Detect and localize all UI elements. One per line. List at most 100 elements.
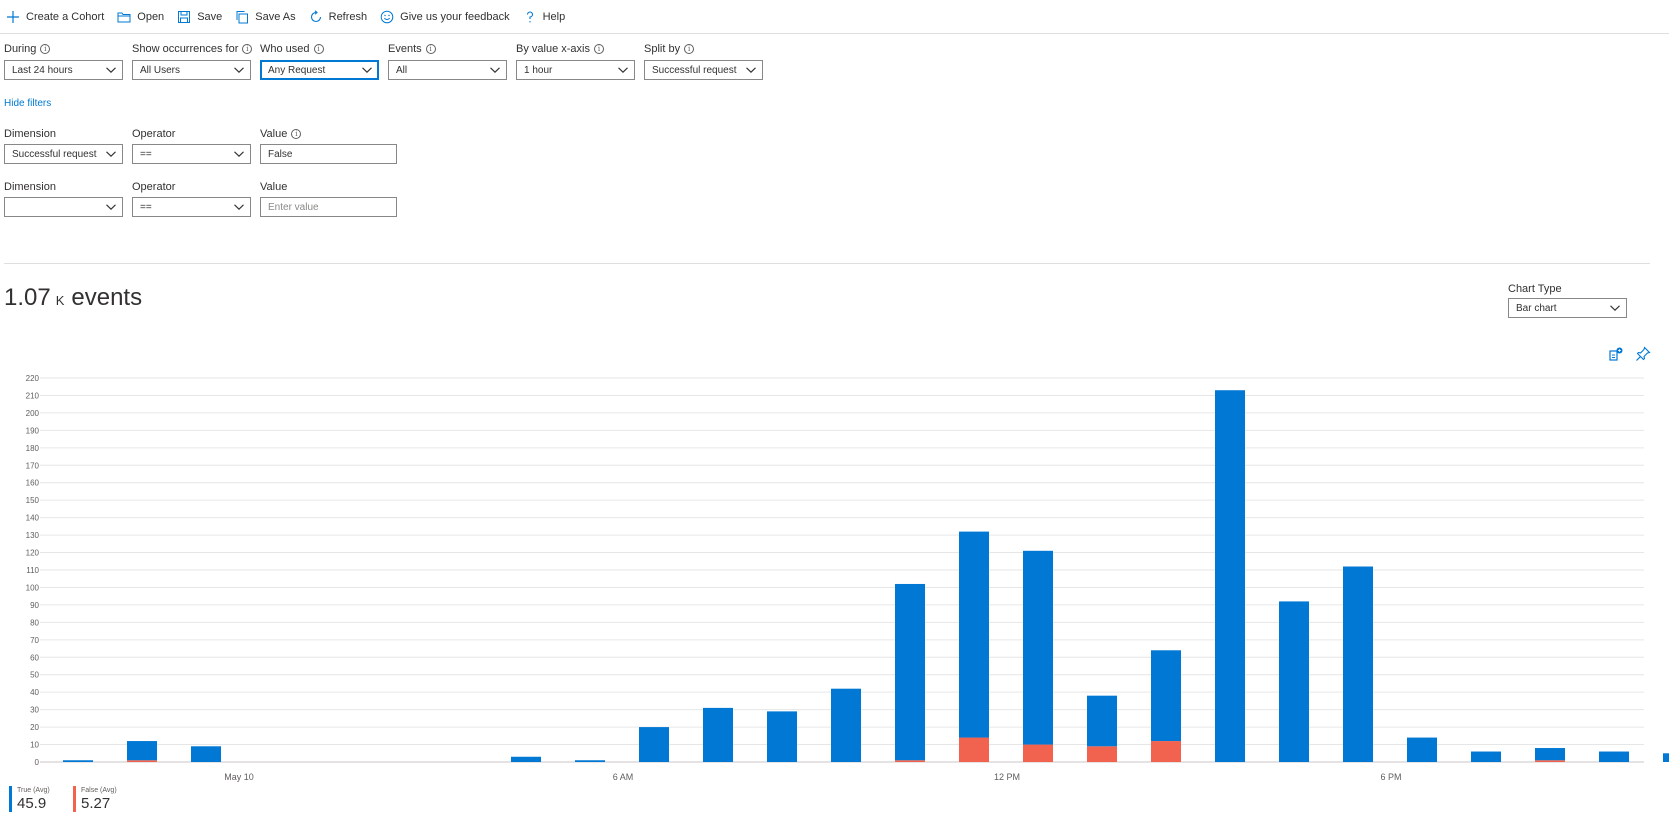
y-tick-label: 60 (30, 653, 39, 662)
value-input[interactable] (260, 197, 397, 217)
y-tick-label: 220 (26, 374, 40, 383)
split-by-dropdown[interactable]: Successful request (644, 60, 763, 80)
dimension-dropdown[interactable]: Successful request (4, 144, 123, 164)
during-label: During i (4, 43, 51, 55)
operator-dropdown[interactable]: == (132, 197, 251, 217)
bar-true (1535, 748, 1565, 761)
bar-true (1343, 566, 1373, 762)
chevron-down-icon (361, 64, 373, 76)
value-label: Value i (260, 128, 302, 140)
dimension-dropdown[interactable] (4, 197, 123, 217)
y-tick-label: 40 (30, 688, 39, 697)
bar-true (959, 531, 989, 738)
y-tick-label: 110 (26, 566, 39, 575)
save-as-button[interactable]: Save As (235, 0, 296, 34)
chevron-down-icon (105, 148, 117, 160)
bar-false (1087, 746, 1117, 762)
bar-true (127, 741, 157, 761)
y-tick-label: 90 (30, 601, 39, 610)
y-tick-label: 130 (26, 531, 40, 540)
operator-value: == (140, 148, 152, 160)
help-button[interactable]: Help (523, 0, 565, 34)
events-bar-chart: 0 10 20 30 40 50 60 70 80 90 100 110 120 130 140 150 160… (26, 374, 1669, 782)
command-bar: Create a Cohort Open Save Save As Refres… (0, 0, 1669, 34)
legend-item-false[interactable]: False (Avg) 5.27 (73, 786, 117, 812)
y-tick-label: 150 (26, 496, 40, 505)
value-label: Value (260, 181, 288, 193)
pin-icon[interactable] (1635, 346, 1651, 362)
bar-true (1279, 601, 1309, 762)
bar-true (511, 756, 541, 762)
legend-swatch-false (73, 786, 76, 812)
save-label: Save (197, 10, 223, 23)
show-occurrences-label: Show occurrences for i (132, 43, 253, 55)
save-icon (178, 10, 191, 23)
y-tick-label: 210 (26, 391, 40, 400)
who-used-label: Who used i (260, 43, 324, 55)
y-tick-label: 200 (26, 409, 40, 418)
feedback-button[interactable]: Give us your feedback (380, 0, 510, 34)
operator-dropdown[interactable]: == (132, 144, 251, 164)
bar-true (639, 727, 669, 762)
y-tick-label: 120 (26, 549, 40, 558)
bar-true (767, 711, 797, 762)
y-tick-label: 0 (35, 758, 40, 767)
info-icon[interactable]: i (40, 44, 51, 54)
save-button[interactable]: Save (177, 0, 222, 34)
info-icon[interactable]: i (593, 44, 604, 54)
bar-false (1023, 744, 1053, 762)
bar-true (575, 760, 605, 762)
y-tick-label: 10 (30, 741, 39, 750)
info-icon[interactable]: i (425, 44, 436, 54)
legend-swatch-true (9, 786, 12, 812)
dimension-label: Dimension (4, 181, 56, 193)
dimension-value: Successful request (12, 148, 97, 160)
info-icon[interactable]: i (313, 44, 324, 54)
during-value: Last 24 hours (12, 64, 73, 76)
by-value-value: 1 hour (524, 64, 553, 76)
x-tick-label: May 10 (224, 772, 254, 782)
save-as-label: Save As (255, 10, 296, 23)
chevron-down-icon (233, 148, 245, 160)
chart-settings-icon[interactable] (1608, 346, 1624, 362)
value-label-text: Value (260, 128, 288, 140)
y-tick-label: 140 (26, 514, 40, 523)
value-input[interactable] (260, 144, 397, 164)
bar-true (1471, 751, 1501, 762)
bar-false (1535, 760, 1565, 762)
x-tick-label: 6 PM (1380, 772, 1401, 782)
by-value-dropdown[interactable]: 1 hour (516, 60, 635, 80)
events-label: Events i (388, 43, 436, 55)
during-dropdown[interactable]: Last 24 hours (4, 60, 123, 80)
operator-label: Operator (132, 128, 176, 140)
legend-item-true[interactable]: True (Avg) 45.9 (9, 786, 50, 812)
bar-true (1663, 753, 1669, 762)
bar-true (63, 760, 93, 762)
y-tick-label: 100 (26, 583, 40, 592)
bar-false (959, 737, 989, 762)
info-icon[interactable]: i (291, 129, 302, 139)
bar-true (191, 746, 221, 762)
who-used-dropdown[interactable]: Any Request (260, 60, 379, 80)
y-tick-label: 190 (26, 426, 40, 435)
dimension-label: Dimension (4, 128, 56, 140)
who-used-value: Any Request (268, 64, 326, 76)
bar-true (831, 688, 861, 762)
y-tick-label: 20 (30, 723, 39, 732)
hide-filters-link[interactable]: Hide filters (4, 98, 51, 109)
events-dropdown[interactable]: All (388, 60, 507, 80)
split-by-label-text: Split by (644, 43, 681, 55)
open-button[interactable]: Open (117, 0, 164, 34)
info-icon[interactable]: i (242, 44, 253, 54)
during-label-text: During (4, 43, 37, 55)
y-tick-label: 180 (26, 444, 40, 453)
chart-type-dropdown[interactable]: Bar chart (1508, 298, 1627, 318)
show-occurrences-dropdown[interactable]: All Users (132, 60, 251, 80)
y-tick-label: 170 (26, 461, 40, 470)
y-tick-label: 80 (30, 618, 39, 627)
refresh-button[interactable]: Refresh (309, 0, 367, 34)
feedback-label: Give us your feedback (400, 10, 510, 23)
copy-icon (236, 10, 249, 23)
info-icon[interactable]: i (684, 44, 695, 54)
create-cohort-button[interactable]: Create a Cohort (6, 0, 104, 34)
